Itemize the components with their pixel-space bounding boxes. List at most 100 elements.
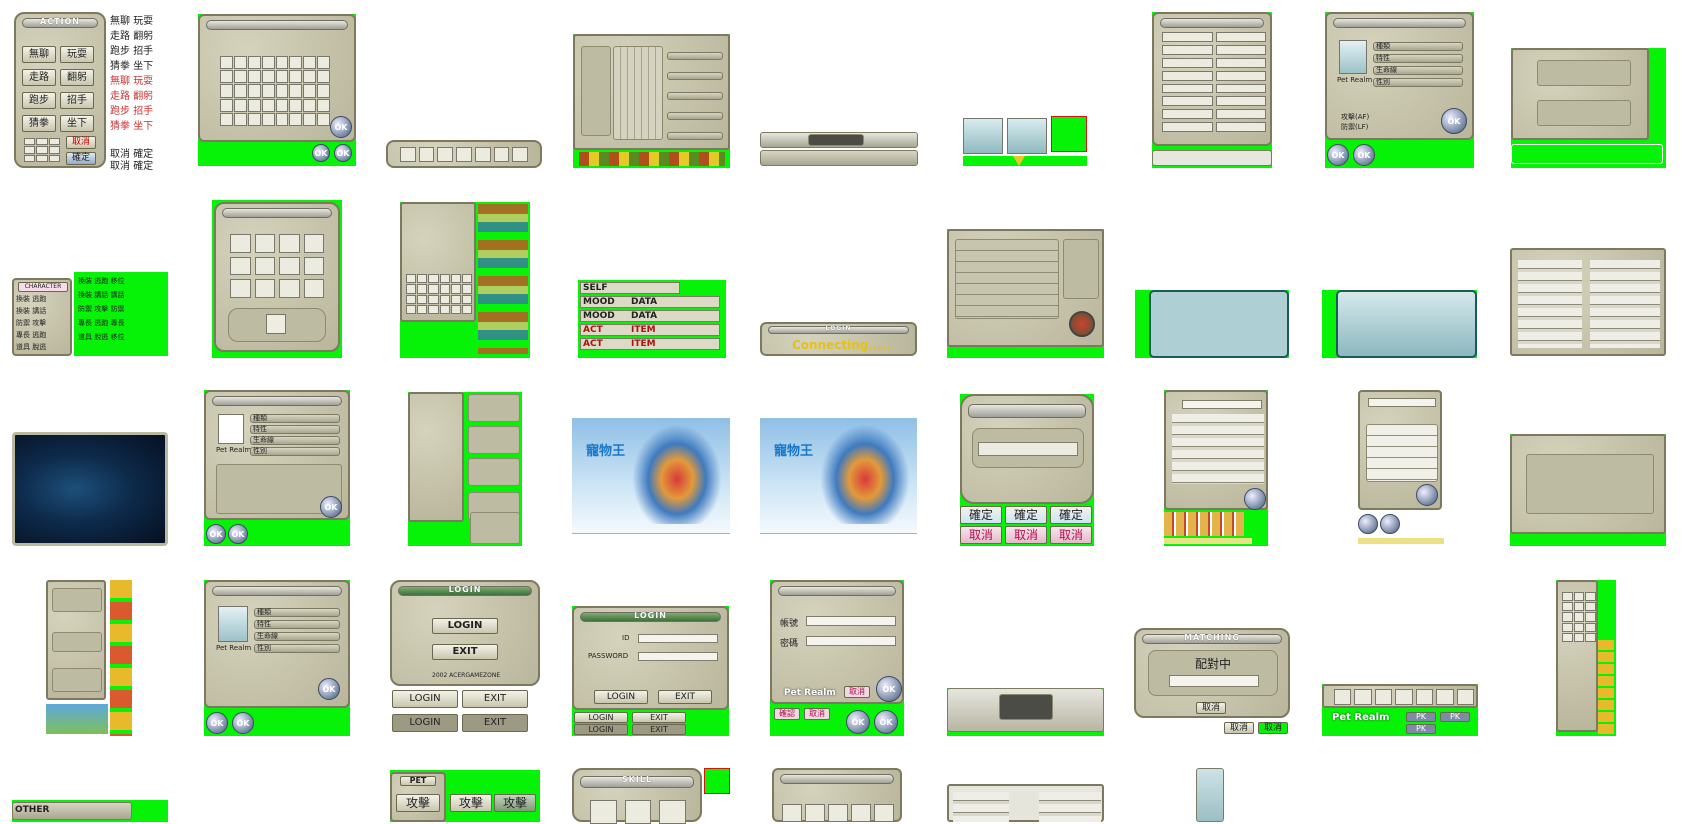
store-ok-button-3[interactable]: OK (334, 144, 352, 162)
login-big-login-alt[interactable]: LOGIN (392, 690, 458, 708)
pk-button-2[interactable]: PK (1440, 712, 1470, 722)
action-button-rps[interactable]: 猜拳 (22, 115, 56, 132)
list-entries[interactable] (1162, 32, 1266, 132)
login-zh-password-input[interactable] (806, 636, 896, 646)
action-button-wave[interactable]: 招手 (60, 92, 94, 109)
slot-bar-slots[interactable] (400, 147, 528, 162)
pk-logo: Pet Realm (1332, 712, 1390, 723)
chat-ok[interactable] (1416, 484, 1438, 506)
board-ok[interactable] (1244, 488, 1266, 510)
action-button-sit[interactable]: 坐下 (60, 115, 94, 132)
cancel-button-1[interactable]: 取消 (960, 526, 1002, 544)
login-zh-cancel[interactable]: 取消 (844, 686, 870, 698)
login-small-login-alt2[interactable]: LOGIN (574, 724, 628, 735)
settings-slider-4[interactable] (667, 112, 723, 120)
pet-info-ok[interactable]: OK (320, 496, 342, 518)
login-small-id-input[interactable] (638, 634, 718, 643)
dialog-input[interactable] (978, 442, 1078, 456)
confirm-button-2[interactable]: 確定 (1005, 506, 1047, 524)
pet-card2-titlebar (212, 586, 342, 596)
pet-attack-button-3[interactable]: 攻擊 (494, 794, 536, 812)
login-small-exit-alt[interactable]: EXIT (632, 712, 686, 723)
other-bar-panel: OTHER (12, 802, 132, 820)
pet-info-ok-2[interactable]: OK (206, 524, 226, 544)
login-zh-ok-2[interactable]: OK (846, 710, 870, 734)
login-big-login-button[interactable]: LOGIN (432, 618, 498, 634)
login-zh-account-label: 帳號 (780, 619, 799, 629)
pet-attack-button-1[interactable]: 攻擊 (396, 794, 440, 812)
pet-logo: Pet Realm (1337, 76, 1373, 84)
trade-list-right[interactable] (1590, 260, 1660, 348)
pk-slots[interactable] (1334, 689, 1474, 705)
pet-card2-ok[interactable]: OK (318, 678, 340, 700)
direction-pad[interactable] (24, 138, 60, 162)
action-button-play[interactable]: 玩耍 (60, 46, 94, 63)
part-center-slot[interactable] (266, 314, 286, 334)
login-zh-cancel-alt[interactable]: 取消 (804, 708, 830, 720)
pet-attack-button-2[interactable]: 攻擊 (450, 794, 492, 812)
matching-cancel-alt[interactable]: 取消 (1224, 722, 1254, 734)
login-zh-ok[interactable]: OK (876, 676, 902, 702)
pk-button-3[interactable]: PK (1406, 724, 1436, 734)
pet-card-ok-2[interactable]: OK (1327, 144, 1349, 166)
login-big-exit-button[interactable]: EXIT (432, 644, 498, 660)
login-big-exit-alt[interactable]: EXIT (462, 690, 528, 708)
shop-slots[interactable] (782, 804, 894, 822)
trade-list-left[interactable] (1518, 260, 1582, 348)
board-yellow-strip (1164, 538, 1252, 544)
character-right-row-5: 道具 脫逃 移位 (78, 333, 125, 341)
emote-grid[interactable] (1562, 592, 1596, 642)
title-banner-2-footer (760, 533, 917, 546)
pk-button-1[interactable]: PK (1406, 712, 1436, 722)
sound-slider-area[interactable] (955, 239, 1059, 319)
part-slot-grid[interactable] (230, 234, 324, 298)
chat-ok-3[interactable] (1380, 514, 1400, 534)
action-cancel-button[interactable]: 取消 (66, 136, 96, 149)
skill-slots[interactable] (590, 800, 686, 824)
confirm-button-1[interactable]: 確定 (960, 506, 1002, 524)
mail-entry-2[interactable] (468, 426, 520, 454)
settings-slider-5[interactable] (667, 132, 723, 140)
matching-sheet: MATCHING 配對中 取消 取消 取消 (1134, 628, 1290, 736)
settings-slider-3[interactable] (667, 92, 723, 100)
login-zh-account-input[interactable] (806, 616, 896, 626)
login-small-password-input[interactable] (638, 652, 718, 661)
cancel-button-3[interactable]: 取消 (1050, 526, 1092, 544)
settings-slider-2[interactable] (667, 72, 723, 80)
settings-slider-1[interactable] (667, 52, 723, 60)
chat-ok-2[interactable] (1358, 514, 1378, 534)
action-button-walk[interactable]: 走路 (22, 69, 56, 86)
matching-cancel[interactable]: 取消 (1196, 702, 1226, 714)
store-slot-grid[interactable] (220, 56, 330, 126)
login-small-login-alt[interactable]: LOGIN (574, 712, 628, 723)
login-big-exit-alt2[interactable]: EXIT (462, 714, 528, 732)
store-ok-button[interactable]: OK (330, 116, 352, 138)
cancel-button-2[interactable]: 取消 (1005, 526, 1047, 544)
store-ok-button-2[interactable]: OK (312, 144, 330, 162)
pet-card-ok[interactable]: OK (1441, 108, 1467, 134)
login-small-exit-alt2[interactable]: EXIT (632, 724, 686, 735)
board-list[interactable] (1172, 414, 1264, 484)
pet-card-ok-3[interactable]: OK (1353, 144, 1375, 166)
mail-entry-1[interactable] (468, 394, 520, 422)
login-big-login-alt2[interactable]: LOGIN (392, 714, 458, 732)
login-zh-password-label: 密碼 (780, 639, 799, 649)
action-button-run[interactable]: 跑步 (22, 92, 56, 109)
login-small-exit-button[interactable]: EXIT (658, 690, 712, 704)
action-button-bored[interactable]: 無聊 (22, 46, 56, 63)
action-confirm-button[interactable]: 確定 (66, 152, 96, 165)
inventory-grid[interactable] (406, 274, 472, 314)
matching-cancel-alt2[interactable]: 取消 (1258, 722, 1288, 734)
login-zh-ok-3[interactable]: OK (874, 710, 898, 734)
login-zh-confirm-alt[interactable]: 確認 (774, 708, 800, 720)
login-small-login-button[interactable]: LOGIN (594, 690, 648, 704)
pet-card2-ok-2[interactable]: OK (206, 712, 228, 734)
board-search[interactable] (1182, 400, 1262, 409)
chat-name[interactable] (1368, 398, 1436, 407)
sound-dial[interactable] (1069, 311, 1095, 337)
mail-entry-3[interactable] (468, 458, 520, 486)
pet-card2-ok-3[interactable]: OK (232, 712, 254, 734)
confirm-button-3[interactable]: 確定 (1050, 506, 1092, 524)
pet-info-ok-3[interactable]: OK (228, 524, 248, 544)
action-button-bow[interactable]: 翻躬 (60, 69, 94, 86)
